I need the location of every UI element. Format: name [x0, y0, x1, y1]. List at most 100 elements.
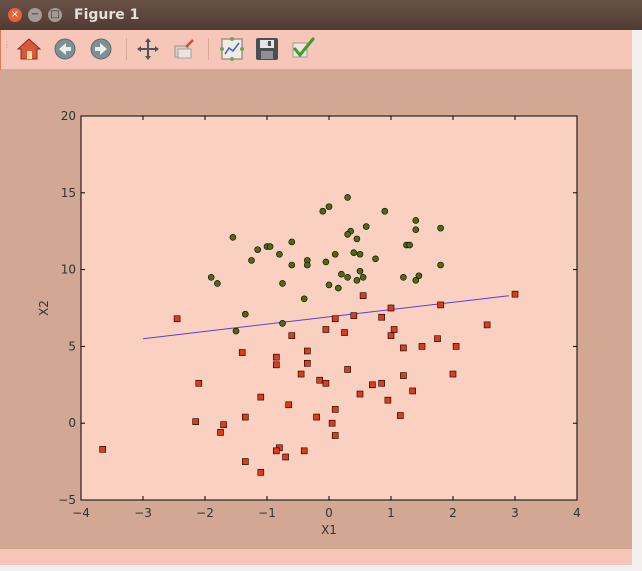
forward-arrow-icon [90, 38, 112, 60]
square-point [257, 469, 265, 476]
circle-point [300, 295, 308, 303]
square-point [452, 343, 460, 350]
circle-point [303, 261, 311, 269]
circle-point [279, 320, 286, 327]
save-floppy-icon [256, 38, 278, 60]
home-button[interactable] [15, 35, 43, 63]
circle-point [412, 217, 420, 224]
status-bar [0, 549, 632, 565]
circle-point [381, 207, 389, 215]
window-titlebar[interactable]: × − □ Figure 1 [0, 0, 642, 30]
scatter-plot[interactable]: −4 −3 −2 −1 0 1 2 3 4 −5 0 5 10 15 20 X1 X2 [0, 70, 632, 549]
square-point [384, 396, 392, 404]
square-point [409, 387, 417, 395]
circle-point [400, 273, 407, 281]
square-point [195, 379, 203, 387]
square-point [322, 379, 330, 387]
circle-point [353, 235, 361, 243]
square-point [331, 406, 339, 413]
square-point [356, 390, 364, 398]
square-point [483, 321, 491, 329]
x-tick-label: 3 [511, 506, 519, 520]
square-point [511, 290, 519, 298]
minimize-window-button[interactable]: − [28, 8, 42, 22]
circle-point [359, 273, 367, 281]
square-point [313, 413, 320, 421]
circle-point [288, 261, 296, 269]
circle-point [356, 267, 364, 275]
square-point [387, 304, 395, 312]
circle-point [254, 246, 262, 253]
square-point [390, 326, 398, 333]
x-tick-label: −1 [258, 506, 276, 520]
square-point [396, 412, 404, 419]
circle-point [242, 310, 249, 318]
square-point [303, 359, 311, 367]
forward-button[interactable] [87, 35, 115, 63]
x-tick-label: −2 [196, 506, 214, 520]
close-window-button[interactable]: × [8, 8, 22, 22]
x-tick-label: 2 [449, 506, 457, 520]
square-point [285, 401, 293, 409]
square-point [331, 432, 339, 439]
y-axis-label: X2 [37, 300, 51, 316]
y-tick-label: 15 [61, 186, 76, 200]
circle-point [344, 194, 351, 201]
square-point [303, 347, 311, 355]
plot-area[interactable] [81, 116, 577, 500]
toolbar-separator [208, 38, 209, 60]
square-point [238, 349, 246, 356]
window-title: Figure 1 [74, 7, 140, 23]
window-bottom-edge [0, 565, 642, 571]
square-point [378, 313, 386, 321]
toolbar-separator [126, 38, 127, 60]
circle-point [362, 223, 370, 230]
maximize-window-button[interactable]: □ [48, 8, 62, 22]
square-point [272, 361, 280, 369]
square-point [359, 292, 367, 300]
back-arrow-icon [54, 38, 76, 60]
square-point [434, 335, 441, 343]
circle-point [207, 273, 215, 281]
edit-parameters-button[interactable] [289, 35, 317, 63]
square-point [418, 343, 426, 350]
circle-point [232, 327, 240, 335]
square-point [350, 312, 358, 319]
circle-point [334, 284, 342, 292]
circle-point [322, 258, 330, 266]
pan-move-icon [137, 38, 159, 60]
back-button[interactable] [51, 35, 79, 63]
circle-point [325, 203, 333, 210]
figure-canvas[interactable]: −4 −3 −2 −1 0 1 2 3 4 −5 0 5 10 15 20 X1 X2 [0, 70, 632, 549]
square-point [257, 393, 265, 401]
save-button[interactable] [253, 35, 281, 63]
circle-point [325, 281, 333, 289]
circle-point [248, 257, 255, 264]
square-point [400, 344, 407, 352]
y-tick-label: 0 [68, 416, 76, 430]
square-point [322, 326, 330, 333]
toolbar-grip[interactable]: ⋮ [3, 41, 11, 58]
square-point [242, 413, 249, 421]
zoom-button[interactable] [170, 35, 198, 63]
x-axis-label: X1 [321, 523, 337, 537]
circle-point [437, 261, 444, 269]
circle-point [372, 255, 379, 263]
circle-point [356, 250, 364, 258]
square-point [217, 429, 224, 436]
circle-point [331, 250, 339, 258]
window-right-edge [632, 30, 642, 571]
pan-button[interactable] [134, 35, 162, 63]
square-point [272, 353, 280, 361]
circle-point [353, 277, 361, 284]
x-tick-label: 0 [325, 506, 333, 520]
square-point [369, 381, 376, 389]
configure-subplots-button[interactable] [218, 35, 246, 63]
square-point [400, 372, 407, 379]
circle-point [406, 241, 413, 249]
y-tick-label: −5 [58, 493, 76, 507]
circle-point [338, 270, 345, 278]
circle-point [412, 277, 420, 284]
square-point [300, 447, 308, 455]
circle-point [344, 273, 351, 281]
